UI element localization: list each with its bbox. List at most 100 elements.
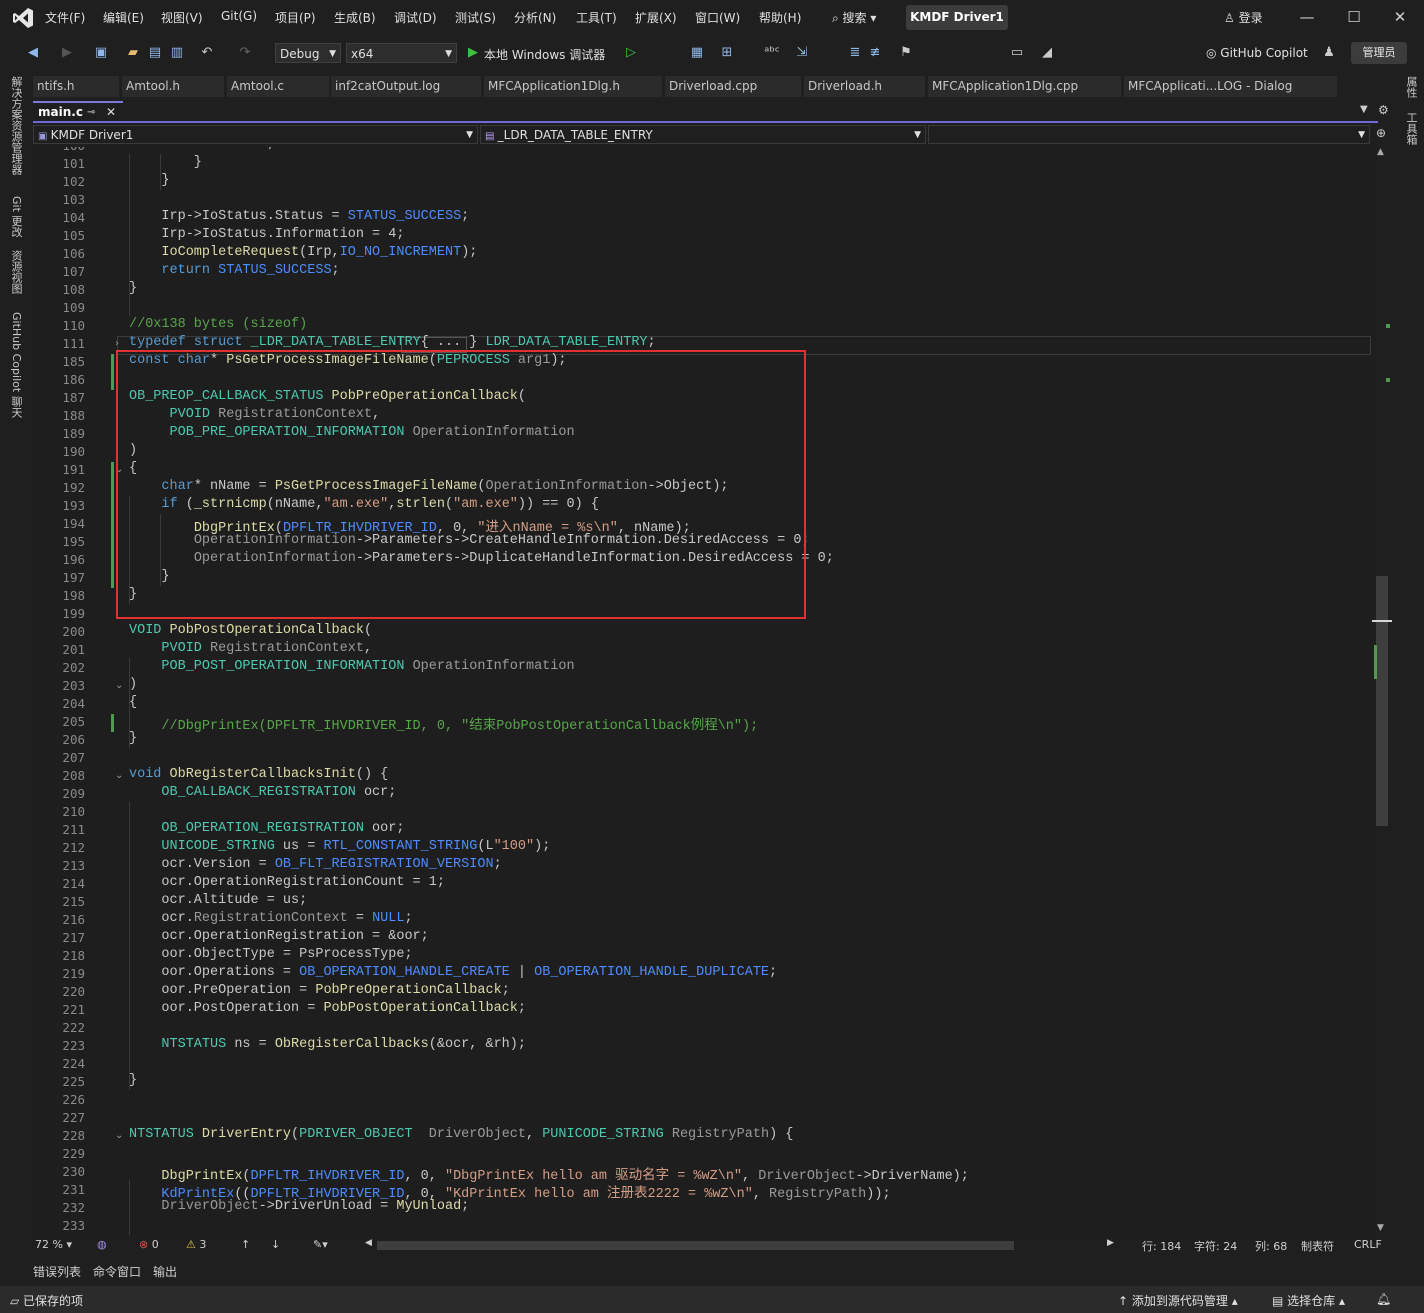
minimize-button[interactable]: — [1292,6,1322,28]
code-line[interactable]: OB_CALLBACK_REGISTRATION ocr; [129,785,396,800]
close-window-button[interactable]: ✕ [1385,6,1415,28]
code-line[interactable]: } [129,1073,137,1088]
next-issue-icon[interactable]: ↓ [271,1238,280,1251]
scroll-down-icon[interactable]: ▼ [1377,1223,1384,1233]
start-without-debugging-icon[interactable]: ▷ [622,44,640,62]
fold-toggle-icon[interactable]: › [115,338,119,349]
visual-studio-logo-icon[interactable] [12,7,34,29]
close-tab-icon[interactable]: ✕ [106,103,116,122]
output-window-icon[interactable]: ▭ [1008,44,1026,62]
code-line[interactable]: //DbgPrintEx(DPFLTR_IHVDRIVER_ID, 0, "结束… [129,713,758,734]
code-line[interactable]: NTSTATUS ns = ObRegisterCallbacks(&ocr, … [129,1037,526,1052]
save-icon[interactable]: ▤ [146,44,164,62]
code-line[interactable]: oor.Operations = OB_OPERATION_HANDLE_CRE… [129,965,777,980]
code-line[interactable]: } [129,281,137,296]
previous-issue-icon[interactable]: ↑ [241,1238,250,1251]
code-line[interactable]: typedef struct _LDR_DATA_TABLE_ENTRY{ ..… [129,335,656,350]
add-source-control-button[interactable]: ↑ 添加到源代码管理 ▴ [1118,1292,1238,1309]
copilot-status-icon[interactable]: ◍ [97,1238,107,1251]
tab-error-list[interactable]: 错误列表 [33,1263,81,1280]
notification-bell-icon[interactable]: 🔔︎ [1376,1292,1391,1306]
scroll-right-icon[interactable]: ▶ [1107,1238,1114,1248]
code-line[interactable]: ocr.Version = OB_FLT_REGISTRATION_VERSIO… [129,857,501,872]
column-indicator[interactable]: 列: 68 [1255,1238,1287,1254]
account-icon[interactable]: ♟ [1320,44,1338,62]
menu-view[interactable]: 视图(V) [161,9,203,26]
menu-debug[interactable]: 调试(D) [394,9,437,26]
step-icon[interactable]: ⇲ [793,44,811,62]
code-line[interactable]: Irp->IoStatus.Information = 4; [129,227,404,242]
select-repo-button[interactable]: ▤ 选择仓库 ▴ [1272,1292,1345,1309]
code-line[interactable]: IoCompleteRequest(Irp,IO_NO_INCREMENT); [129,245,477,260]
open-folder-icon[interactable]: ▰ [124,44,142,62]
tab-file[interactable]: Driverload.h [804,76,925,97]
tab-file[interactable]: ntifs.h [33,76,119,97]
code-line[interactable]: { [129,695,137,710]
code-line[interactable]: Irp->IoStatus.Status = STATUS_SUCCESS; [129,209,469,224]
code-line[interactable]: } [129,731,137,746]
code-line[interactable]: ) [129,677,137,692]
tab-active-file[interactable]: main.c ⊸ ✕ [33,101,123,122]
split-editor-icon[interactable]: ⊕ [1376,126,1386,140]
play-icon[interactable]: ▶ [464,44,482,62]
tab-file[interactable]: MFCApplication1Dlg.cpp [928,76,1121,97]
char-indicator[interactable]: 字符: 24 [1194,1238,1237,1254]
code-editor[interactable]: 100 break; 101 } 102 } 103 104 Irp->IoStatus… [33,147,1373,1235]
menu-test[interactable]: 测试(S) [455,9,496,26]
spell-check-icon[interactable]: ᵃᵇᶜ [763,44,781,62]
tab-git-changes[interactable]: Git 更改 [8,196,24,237]
error-count[interactable]: ⊗ 0 [139,1238,159,1251]
scroll-up-icon[interactable]: ▲ [1377,147,1384,157]
line-indicator[interactable]: 行: 184 [1142,1238,1181,1254]
forward-icon[interactable]: ▶ [58,44,76,62]
uncomment-icon[interactable]: ≢ [866,44,884,62]
code-line[interactable]: } [129,173,169,188]
code-line[interactable]: ocr.RegistrationContext = NULL; [129,911,412,926]
code-line[interactable]: return STATUS_SUCCESS; [129,263,339,278]
project-scope-select[interactable]: ▣ KMDF Driver1 ▼ [33,125,478,144]
code-line[interactable]: UNICODE_STRING us = RTL_CONSTANT_STRING(… [129,839,550,854]
toolbar-tool-icon[interactable]: ▦ [688,44,706,62]
function-scope-select[interactable]: ▼ [928,125,1370,144]
tab-file[interactable]: MFCApplication1Dlg.h [484,76,662,97]
code-line[interactable]: } [129,155,202,170]
code-line[interactable]: ocr.OperationRegistration = &oor; [129,929,428,944]
platform-select[interactable]: x64 ▼ [346,43,457,63]
code-line[interactable]: PVOID RegistrationContext, [129,641,372,656]
maximize-button[interactable]: ☐ [1339,6,1369,28]
comment-icon[interactable]: ≣ [846,44,864,62]
back-icon[interactable]: ◀ [24,44,42,62]
code-line[interactable]: oor.ObjectType = PsProcessType; [129,947,412,962]
menu-help[interactable]: 帮助(H) [759,9,801,26]
indent-mode[interactable]: 制表符 [1301,1238,1334,1254]
redo-icon[interactable]: ↷ [236,44,254,62]
code-line[interactable]: NTSTATUS DriverEntry(PDRIVER_OBJECT Driv… [129,1127,793,1142]
layout-icon[interactable]: ⊞ [718,44,736,62]
menu-edit[interactable]: 编辑(E) [103,9,144,26]
tab-file[interactable]: Amtool.h [122,76,224,97]
code-line[interactable]: void ObRegisterCallbacksInit() { [129,767,388,782]
format-icon[interactable]: ◢ [1038,44,1056,62]
code-cleanup-icon[interactable]: ✎▾ [313,1238,328,1251]
zoom-select[interactable]: 72 % ▾ [35,1238,72,1251]
tab-file[interactable]: inf2catOutput.log [331,76,481,97]
menu-git[interactable]: Git(G) [221,9,257,23]
code-line[interactable]: oor.PostOperation = PobPostOperationCall… [129,1001,526,1016]
horizontal-scroll-thumb[interactable] [377,1241,1014,1250]
tab-file[interactable]: Driverload.cpp [665,76,801,97]
tab-resource-view[interactable]: 资源视图 [8,250,24,294]
code-line[interactable]: POB_POST_OPERATION_INFORMATION Operation… [129,659,574,674]
tab-properties[interactable]: 属性 [1403,76,1419,98]
settings-gear-icon[interactable]: ⚙ [1378,103,1389,117]
code-line[interactable]: OB_OPERATION_REGISTRATION oor; [129,821,404,836]
fold-toggle-icon[interactable]: ⌄ [115,680,123,691]
code-line[interactable]: DriverObject->DriverUnload = MyUnload; [129,1199,469,1214]
copilot-button[interactable]: ◎ GitHub Copilot [1206,46,1308,60]
member-scope-select[interactable]: ▤ _LDR_DATA_TABLE_ENTRY ▼ [480,125,926,144]
fold-toggle-icon[interactable]: ⌄ [115,1130,123,1141]
search-button[interactable]: ⌕ 搜索 ▾ [832,9,876,26]
tab-solution-explorer[interactable]: 解决方案资源管理器 [8,76,24,175]
scroll-left-icon[interactable]: ◀ [365,1238,372,1248]
tab-toolbox[interactable]: 工具箱 [1403,112,1419,145]
run-debugger-button[interactable]: 本地 Windows 调试器 [484,46,605,63]
